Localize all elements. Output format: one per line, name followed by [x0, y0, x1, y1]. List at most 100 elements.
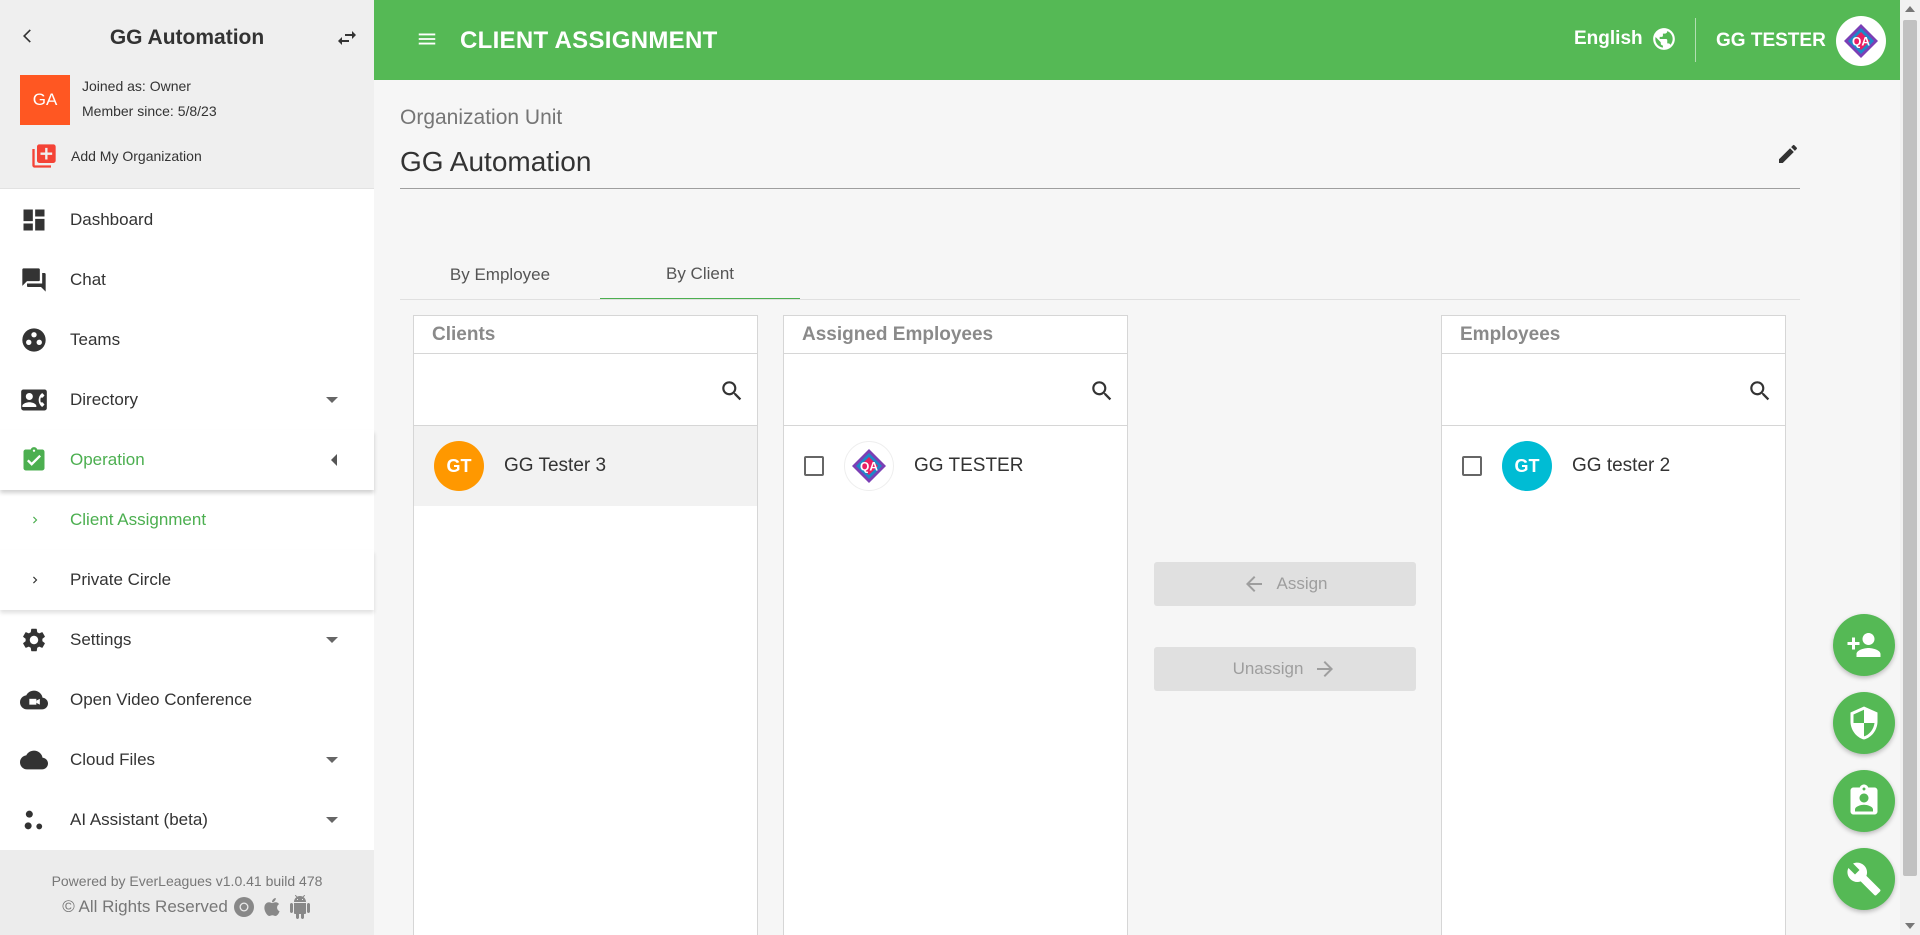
search-icon[interactable]	[719, 378, 745, 404]
add-person-fab[interactable]	[1833, 614, 1895, 676]
sidebar: GG Automation GA Joined as: Owner Member…	[0, 0, 374, 935]
contact-card-icon	[20, 386, 48, 414]
rights-row: © All Rights Reserved	[0, 895, 374, 919]
chevron-left-icon	[331, 454, 337, 466]
header-divider	[1695, 18, 1696, 62]
list-item[interactable]: GT GG Tester 3	[414, 426, 757, 506]
sidebar-item-label: Settings	[70, 630, 132, 649]
cloud-icon	[20, 746, 48, 774]
org-avatar: GA	[20, 75, 70, 125]
user-menu[interactable]: GG TESTER QA	[1716, 16, 1886, 66]
sidebar-subitem-private-circle[interactable]: Private Circle	[0, 550, 374, 610]
qa-logo-avatar: QA	[844, 441, 894, 491]
clipboard-check-icon	[20, 446, 48, 474]
sidebar-item-dashboard[interactable]: Dashboard	[0, 190, 374, 250]
assigned-search-input[interactable]	[794, 368, 1064, 412]
row-checkbox[interactable]	[804, 456, 824, 476]
employees-search	[1442, 354, 1785, 426]
avatar: GT	[434, 441, 484, 491]
tools-fab[interactable]	[1833, 848, 1895, 910]
sidebar-item-video-conference[interactable]: Open Video Conference	[0, 670, 374, 730]
sidebar-item-directory[interactable]: Directory	[0, 370, 374, 430]
clients-panel: Clients GT GG Tester 3	[413, 315, 758, 935]
sidebar-item-label: Cloud Files	[70, 750, 156, 769]
org-unit-value[interactable]: GG Automation	[400, 146, 591, 178]
row-checkbox[interactable]	[1462, 456, 1482, 476]
globe-icon	[1652, 28, 1675, 50]
chrome-icon[interactable]	[232, 895, 256, 919]
chat-icon	[20, 266, 48, 294]
sidebar-item-chat[interactable]: Chat	[0, 250, 374, 310]
sidebar-item-settings[interactable]: Settings	[0, 610, 374, 670]
assigned-employees-title: Assigned Employees	[784, 316, 1127, 354]
sidebar-item-teams[interactable]: Teams	[0, 310, 374, 370]
clipboard-person-icon	[1850, 784, 1878, 815]
arrow-right-icon	[1317, 661, 1334, 677]
list-item[interactable]: GT GG tester 2	[1442, 426, 1785, 506]
teams-icon	[20, 326, 48, 354]
user-name: GG TESTER	[1716, 30, 1826, 51]
security-fab[interactable]	[1833, 692, 1895, 754]
ai-dots-icon	[20, 806, 48, 834]
search-icon[interactable]	[1089, 378, 1115, 404]
sidebar-item-ai-assistant[interactable]: AI Assistant (beta)	[0, 790, 374, 850]
rights-text: © All Rights Reserved	[62, 897, 228, 916]
assigned-search	[784, 354, 1127, 426]
avatar: GT	[1502, 441, 1552, 491]
sidebar-item-label: Directory	[70, 390, 139, 409]
employees-search-input[interactable]	[1452, 368, 1722, 412]
gear-icon	[20, 626, 48, 654]
tab-by-client[interactable]: By Client	[600, 250, 800, 300]
scroll-thumb[interactable]	[1903, 20, 1917, 876]
unassign-button[interactable]: Unassign	[1154, 647, 1416, 691]
clients-search-input[interactable]	[424, 368, 694, 412]
chevron-right-icon	[33, 516, 38, 524]
shield-icon	[1850, 706, 1878, 740]
employees-panel: Employees GT GG tester 2	[1441, 315, 1786, 935]
joined-as-text: Joined as: Owner	[82, 78, 191, 94]
sidebar-item-operation[interactable]: Operation	[0, 430, 374, 490]
video-cloud-icon	[20, 686, 48, 714]
org-name: GG Automation	[109, 26, 265, 49]
sidebar-subitem-label: Client Assignment	[70, 510, 207, 529]
sidebar-item-label: Operation	[70, 450, 145, 469]
add-box-icon	[32, 144, 56, 168]
svg-text:QA: QA	[1852, 35, 1870, 49]
employees-title: Employees	[1442, 316, 1785, 354]
add-organization-button[interactable]: Add My Organization	[30, 142, 202, 170]
sidebar-item-label: Dashboard	[70, 210, 154, 229]
language-selector[interactable]: English	[1574, 26, 1677, 52]
svg-text:QA: QA	[860, 460, 878, 474]
clients-search	[414, 354, 757, 426]
person-add-icon	[1847, 633, 1881, 657]
sidebar-footer: Powered by EverLeagues v1.0.41 build 478…	[0, 850, 374, 935]
org-unit-label: Organization Unit	[400, 106, 563, 129]
hamburger-menu-icon[interactable]	[414, 28, 440, 50]
arrow-left-icon	[1246, 576, 1263, 592]
switch-org-icon[interactable]	[334, 26, 360, 50]
tab-by-employee[interactable]: By Employee	[400, 250, 600, 300]
assignment-fab[interactable]	[1833, 770, 1895, 832]
chevron-down-icon	[326, 757, 338, 763]
sidebar-item-label: Chat	[70, 270, 106, 289]
add-organization-label: Add My Organization	[71, 148, 202, 164]
sidebar-subitem-client-assignment[interactable]: Client Assignment	[0, 490, 374, 550]
top-app-bar: CLIENT ASSIGNMENT English GG TESTER QA	[374, 0, 1900, 80]
edit-pencil-icon[interactable]	[1776, 142, 1800, 166]
clients-title: Clients	[414, 316, 757, 354]
assign-label: Assign	[1276, 574, 1328, 593]
android-icon[interactable]	[288, 895, 312, 919]
page-scrollbar[interactable]	[1900, 0, 1920, 935]
apple-icon[interactable]	[260, 895, 284, 919]
sidebar-item-cloud-files[interactable]: Cloud Files	[0, 730, 374, 790]
tool-icon	[1847, 862, 1881, 896]
list-item[interactable]: QA GG TESTER	[784, 426, 1127, 506]
page-title: CLIENT ASSIGNMENT	[460, 27, 718, 54]
scroll-down-arrow-icon[interactable]	[1905, 923, 1915, 929]
search-icon[interactable]	[1747, 378, 1773, 404]
scroll-up-arrow-icon[interactable]	[1905, 6, 1915, 12]
assign-button[interactable]: Assign	[1154, 562, 1416, 606]
sidebar-org-header: GG Automation GA Joined as: Owner Member…	[0, 0, 374, 189]
tabs-divider	[400, 299, 1800, 300]
chevron-down-icon	[326, 397, 338, 403]
